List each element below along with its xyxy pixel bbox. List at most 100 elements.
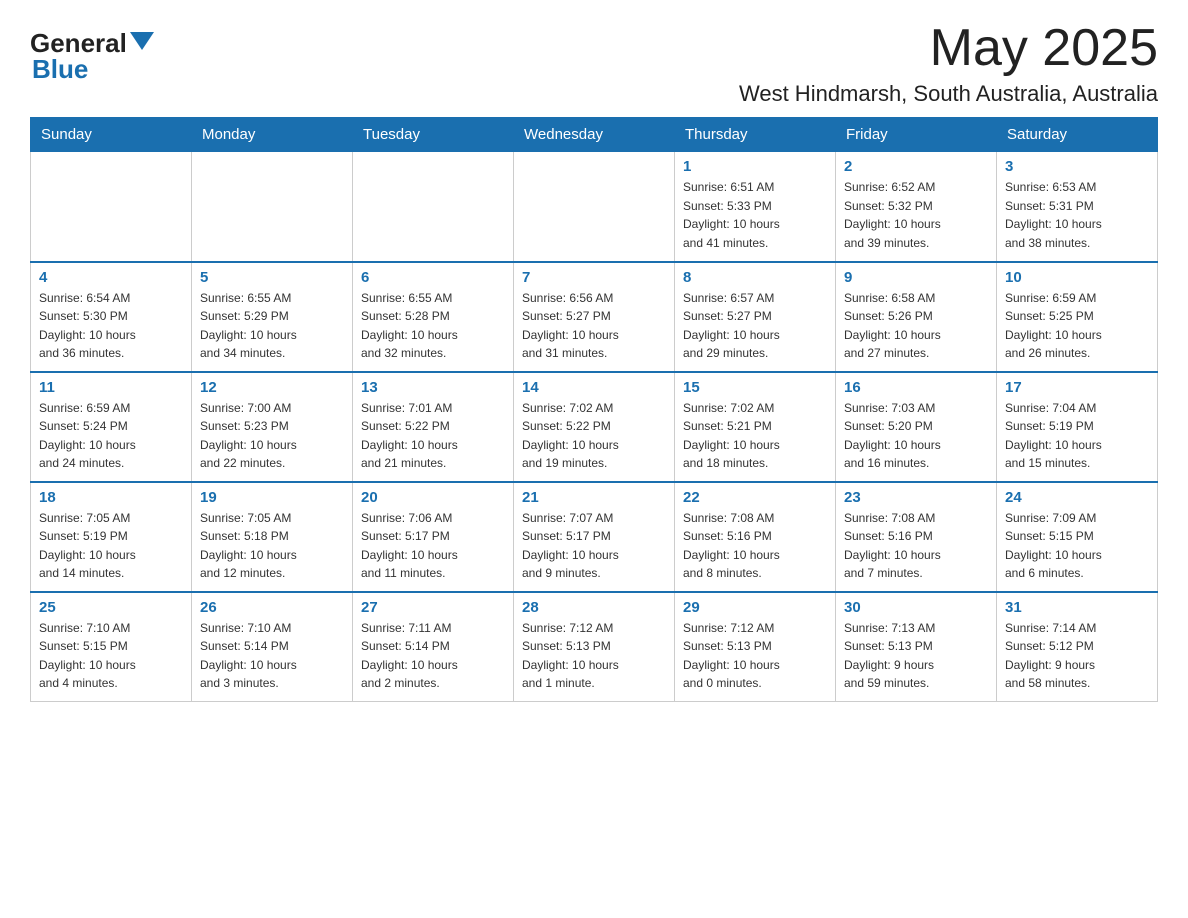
calendar-cell-23: 23 Sunrise: 7:08 AMSunset: 5:16 PMDayligh…	[836, 482, 997, 592]
day-info: Sunrise: 6:59 AMSunset: 5:24 PMDaylight:…	[39, 399, 183, 473]
weekday-header-friday: Friday	[836, 118, 997, 152]
day-number: 8	[683, 269, 827, 286]
calendar-cell-24: 24Sunrise: 7:09 AMSunset: 5:15 PMDayligh…	[997, 482, 1158, 592]
day-info: Sunrise: 7:14 AMSunset: 5:12 PMDaylight:…	[1005, 619, 1149, 693]
calendar-cell-14: 14Sunrise: 7:02 AMSunset: 5:22 PMDayligh…	[514, 372, 675, 482]
day-number: 22	[683, 489, 827, 506]
calendar-cell-3: 3 Sunrise: 6:53 AMSunset: 5:31 PMDaylight…	[997, 152, 1158, 262]
day-info: Sunrise: 7:10 AMSunset: 5:15 PMDaylight:…	[39, 619, 183, 693]
day-number: 10	[1005, 269, 1149, 286]
day-info: Sunrise: 7:10 AMSunset: 5:14 PMDaylight:…	[200, 619, 344, 693]
day-info: Sunrise: 6:52 AMSunset: 5:32 PMDaylight:…	[844, 178, 988, 252]
day-number: 14	[522, 379, 666, 396]
calendar-cell-2: 2Sunrise: 6:52 AMSunset: 5:32 PMDaylight…	[836, 152, 997, 262]
calendar-week-row: 1 Sunrise: 6:51 AMSunset: 5:33 PMDaylight…	[31, 152, 1158, 262]
calendar-cell-11: 11 Sunrise: 6:59 AMSunset: 5:24 PMDayligh…	[31, 372, 192, 482]
weekday-header-wednesday: Wednesday	[514, 118, 675, 152]
day-number: 15	[683, 379, 827, 396]
calendar-cell-17: 17 Sunrise: 7:04 AMSunset: 5:19 PMDayligh…	[997, 372, 1158, 482]
day-number: 20	[361, 489, 505, 506]
calendar-cell-28: 28 Sunrise: 7:12 AMSunset: 5:13 PMDayligh…	[514, 592, 675, 702]
day-info: Sunrise: 6:55 AMSunset: 5:29 PMDaylight:…	[200, 289, 344, 363]
day-info: Sunrise: 7:00 AMSunset: 5:23 PMDaylight:…	[200, 399, 344, 473]
day-info: Sunrise: 7:06 AMSunset: 5:17 PMDaylight:…	[361, 509, 505, 583]
day-number: 24	[1005, 489, 1149, 506]
weekday-header-thursday: Thursday	[675, 118, 836, 152]
calendar-cell-19: 19 Sunrise: 7:05 AMSunset: 5:18 PMDayligh…	[192, 482, 353, 592]
day-number: 16	[844, 379, 988, 396]
day-info: Sunrise: 6:51 AMSunset: 5:33 PMDaylight:…	[683, 178, 827, 252]
day-number: 11	[39, 379, 183, 396]
day-info: Sunrise: 7:05 AMSunset: 5:18 PMDaylight:…	[200, 509, 344, 583]
calendar-cell-30: 30Sunrise: 7:13 AMSunset: 5:13 PMDayligh…	[836, 592, 997, 702]
day-number: 26	[200, 599, 344, 616]
day-number: 7	[522, 269, 666, 286]
logo-triangle-icon	[130, 32, 154, 50]
calendar-cell-empty	[192, 152, 353, 262]
day-info: Sunrise: 7:03 AMSunset: 5:20 PMDaylight:…	[844, 399, 988, 473]
weekday-header-monday: Monday	[192, 118, 353, 152]
day-number: 27	[361, 599, 505, 616]
calendar-cell-15: 15Sunrise: 7:02 AMSunset: 5:21 PMDayligh…	[675, 372, 836, 482]
calendar-cell-1: 1 Sunrise: 6:51 AMSunset: 5:33 PMDaylight…	[675, 152, 836, 262]
day-info: Sunrise: 6:58 AMSunset: 5:26 PMDaylight:…	[844, 289, 988, 363]
location-subtitle: West Hindmarsh, South Australia, Austral…	[739, 81, 1158, 107]
day-number: 4	[39, 269, 183, 286]
calendar-week-row: 18 Sunrise: 7:05 AMSunset: 5:19 PMDayligh…	[31, 482, 1158, 592]
logo: General Blue	[30, 20, 154, 85]
day-number: 28	[522, 599, 666, 616]
calendar-cell-5: 5Sunrise: 6:55 AMSunset: 5:29 PMDaylight…	[192, 262, 353, 372]
title-area: May 2025 West Hindmarsh, South Australia…	[739, 20, 1158, 107]
day-info: Sunrise: 7:04 AMSunset: 5:19 PMDaylight:…	[1005, 399, 1149, 473]
calendar-cell-empty	[514, 152, 675, 262]
calendar-week-row: 4Sunrise: 6:54 AMSunset: 5:30 PMDaylight…	[31, 262, 1158, 372]
calendar-cell-25: 25 Sunrise: 7:10 AMSunset: 5:15 PMDayligh…	[31, 592, 192, 702]
day-number: 13	[361, 379, 505, 396]
calendar-cell-21: 21Sunrise: 7:07 AMSunset: 5:17 PMDayligh…	[514, 482, 675, 592]
calendar-cell-22: 22 Sunrise: 7:08 AMSunset: 5:16 PMDayligh…	[675, 482, 836, 592]
calendar-cell-empty	[31, 152, 192, 262]
day-info: Sunrise: 7:05 AMSunset: 5:19 PMDaylight:…	[39, 509, 183, 583]
day-info: Sunrise: 6:59 AMSunset: 5:25 PMDaylight:…	[1005, 289, 1149, 363]
calendar-cell-10: 10 Sunrise: 6:59 AMSunset: 5:25 PMDayligh…	[997, 262, 1158, 372]
day-info: Sunrise: 7:12 AMSunset: 5:13 PMDaylight:…	[522, 619, 666, 693]
calendar-table: SundayMondayTuesdayWednesdayThursdayFrid…	[30, 117, 1158, 702]
day-number: 30	[844, 599, 988, 616]
day-number: 31	[1005, 599, 1149, 616]
calendar-cell-empty	[353, 152, 514, 262]
calendar-cell-29: 29 Sunrise: 7:12 AMSunset: 5:13 PMDayligh…	[675, 592, 836, 702]
logo-general-text: General	[30, 30, 127, 56]
day-number: 1	[683, 158, 827, 175]
day-info: Sunrise: 7:08 AMSunset: 5:16 PMDaylight:…	[844, 509, 988, 583]
header: General Blue May 2025 West Hindmarsh, So…	[30, 20, 1158, 107]
day-number: 18	[39, 489, 183, 506]
calendar-cell-18: 18 Sunrise: 7:05 AMSunset: 5:19 PMDayligh…	[31, 482, 192, 592]
day-number: 12	[200, 379, 344, 396]
day-number: 23	[844, 489, 988, 506]
day-number: 17	[1005, 379, 1149, 396]
day-info: Sunrise: 7:11 AMSunset: 5:14 PMDaylight:…	[361, 619, 505, 693]
day-info: Sunrise: 6:57 AMSunset: 5:27 PMDaylight:…	[683, 289, 827, 363]
day-info: Sunrise: 7:12 AMSunset: 5:13 PMDaylight:…	[683, 619, 827, 693]
day-info: Sunrise: 7:08 AMSunset: 5:16 PMDaylight:…	[683, 509, 827, 583]
calendar-cell-7: 7Sunrise: 6:56 AMSunset: 5:27 PMDaylight…	[514, 262, 675, 372]
calendar-cell-27: 27 Sunrise: 7:11 AMSunset: 5:14 PMDayligh…	[353, 592, 514, 702]
weekday-header-saturday: Saturday	[997, 118, 1158, 152]
day-number: 21	[522, 489, 666, 506]
day-number: 25	[39, 599, 183, 616]
calendar-cell-26: 26 Sunrise: 7:10 AMSunset: 5:14 PMDayligh…	[192, 592, 353, 702]
day-info: Sunrise: 6:53 AMSunset: 5:31 PMDaylight:…	[1005, 178, 1149, 252]
weekday-header-sunday: Sunday	[31, 118, 192, 152]
day-number: 9	[844, 269, 988, 286]
calendar-cell-16: 16 Sunrise: 7:03 AMSunset: 5:20 PMDayligh…	[836, 372, 997, 482]
day-info: Sunrise: 6:55 AMSunset: 5:28 PMDaylight:…	[361, 289, 505, 363]
month-year-title: May 2025	[739, 20, 1158, 77]
calendar-cell-13: 13 Sunrise: 7:01 AMSunset: 5:22 PMDayligh…	[353, 372, 514, 482]
day-number: 6	[361, 269, 505, 286]
calendar-week-row: 11 Sunrise: 6:59 AMSunset: 5:24 PMDayligh…	[31, 372, 1158, 482]
day-number: 29	[683, 599, 827, 616]
day-number: 19	[200, 489, 344, 506]
day-number: 3	[1005, 158, 1149, 175]
calendar-cell-20: 20 Sunrise: 7:06 AMSunset: 5:17 PMDayligh…	[353, 482, 514, 592]
day-info: Sunrise: 7:01 AMSunset: 5:22 PMDaylight:…	[361, 399, 505, 473]
